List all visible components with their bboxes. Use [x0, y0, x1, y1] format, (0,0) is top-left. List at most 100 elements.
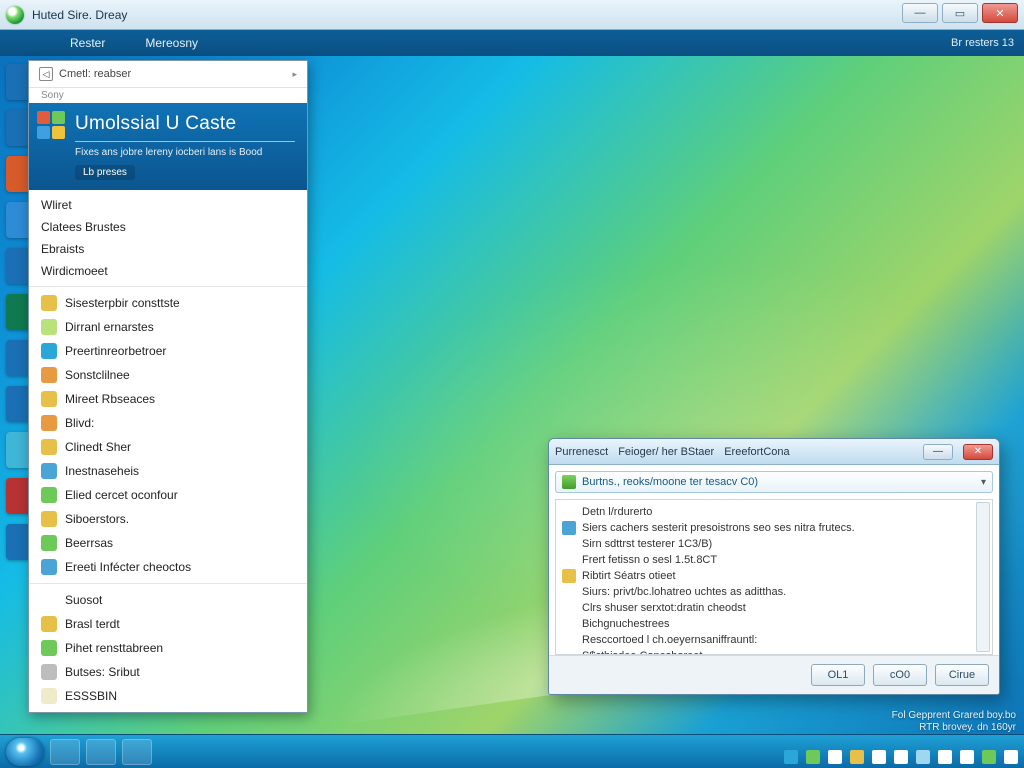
panel-item[interactable]: Clinedt Sher: [29, 435, 307, 459]
panel-item[interactable]: Sisesterpbir consttste: [29, 291, 307, 315]
taskbar-button[interactable]: [50, 739, 80, 765]
panel-item[interactable]: Brasl terdt: [29, 612, 307, 636]
panel-header: Umolssial U Caste Fixes ans jobre lereny…: [29, 103, 307, 190]
panel-item-label: Preertinreorbetroer: [65, 344, 166, 358]
close-button[interactable]: ✕: [982, 3, 1018, 23]
line-icon: [562, 617, 576, 631]
dialog-line[interactable]: Resccortoed l ch.oeyernsaniffrauntl:: [562, 632, 986, 648]
item-icon: [41, 319, 57, 335]
item-icon: [41, 511, 57, 527]
panel-item[interactable]: ESSSBIN: [29, 684, 307, 708]
breadcrumb-text: Cmetl: reabser: [59, 68, 131, 80]
dialog-close-button[interactable]: ✕: [963, 444, 993, 460]
tray-icon[interactable]: [916, 750, 930, 764]
taskbar-button[interactable]: [86, 739, 116, 765]
dialog-tab[interactable]: Purrenesct: [555, 446, 608, 458]
panel-item-label: Elied cercet oconfour: [65, 488, 178, 502]
panel-item[interactable]: Mireet Rbseaces: [29, 387, 307, 411]
panel-item[interactable]: Blivd:: [29, 411, 307, 435]
panel-item[interactable]: Pihet rensttabreen: [29, 636, 307, 660]
panel-item[interactable]: Wirdicmoeet: [29, 260, 307, 282]
line-icon: [562, 633, 576, 647]
item-icon: [41, 616, 57, 632]
panel-item[interactable]: Dirranl ernarstes: [29, 315, 307, 339]
dialog-line-text: Siers cachers sesterit presoistrons seo …: [582, 522, 855, 534]
item-icon: [41, 343, 57, 359]
dialog-line[interactable]: Bichgnuchestrees: [562, 616, 986, 632]
panel-item-label: Pihet rensttabreen: [65, 641, 163, 655]
dialog-tab[interactable]: EreefortCona: [724, 446, 789, 458]
panel-item-label: Inestnaseheis: [65, 464, 139, 478]
dialog-titlebar[interactable]: Purrenesct Feioger/ her BStaer EreefortC…: [549, 439, 999, 465]
panel-item-label: Siboerstors.: [65, 512, 129, 526]
panel-item[interactable]: Suosot: [29, 588, 307, 612]
panel-item-label: Brasl terdt: [65, 617, 120, 631]
dialog-line[interactable]: S$cthisdee Coneshoreet: [562, 648, 986, 655]
panel-blurb: Fixes ans jobre lereny iocberi lans is B…: [75, 146, 295, 159]
tray-icon[interactable]: [938, 750, 952, 764]
panel-pill[interactable]: Lb preses: [75, 165, 135, 180]
chevron-right-icon: ▸: [292, 69, 297, 80]
panel-item[interactable]: Wliret: [29, 194, 307, 216]
tray-icon[interactable]: [806, 750, 820, 764]
panel-item[interactable]: Elied cercet oconfour: [29, 483, 307, 507]
dialog-line[interactable]: Frert fetissn o sesl 1.5t.8CT: [562, 552, 986, 568]
back-icon[interactable]: ◁: [39, 67, 53, 81]
tray-icon[interactable]: [828, 750, 842, 764]
dialog-line-text: Frert fetissn o sesl 1.5t.8CT: [582, 554, 717, 566]
dialog-line[interactable]: Clrs shuser serxtot:dratin cheodst: [562, 600, 986, 616]
panel-item[interactable]: Butses: Sribut: [29, 660, 307, 684]
panel-item-label: Wirdicmoeet: [41, 264, 108, 278]
minimize-button[interactable]: —: [902, 3, 938, 23]
dialog-minimize-button[interactable]: —: [923, 444, 953, 460]
tray-icon[interactable]: [894, 750, 908, 764]
panel-item[interactable]: Siboerstors.: [29, 507, 307, 531]
panel-item-label: Butses: Sribut: [65, 665, 140, 679]
app-orb-icon: [6, 6, 24, 24]
panel-item-label: Mireet Rbseaces: [65, 392, 155, 406]
dialog-body: Detn l/rdurerto Siers cachers sesterit pr…: [555, 499, 993, 655]
panel-item[interactable]: Beerrsas: [29, 531, 307, 555]
menu-item[interactable]: Rester: [70, 36, 105, 50]
dialog-line[interactable]: Ribtirt Séatrs otieet: [562, 568, 986, 584]
tray-icon[interactable]: [850, 750, 864, 764]
line-icon: [562, 585, 576, 599]
scrollbar[interactable]: [976, 502, 990, 652]
tray-icon[interactable]: [982, 750, 996, 764]
maximize-button[interactable]: ▭: [942, 3, 978, 23]
panel-item[interactable]: Ereeti Infécter cheoctos: [29, 555, 307, 579]
panel-item[interactable]: Sonstclilnee: [29, 363, 307, 387]
panel-item[interactable]: Inestnaseheis: [29, 459, 307, 483]
dialog-button-cancel[interactable]: cO0: [873, 664, 927, 686]
dialog-line-text: S$cthisdee Coneshoreet: [582, 650, 702, 655]
line-icon: [562, 537, 576, 551]
dialog-button-ok[interactable]: OL1: [811, 664, 865, 686]
dialog-line[interactable]: Siers cachers sesterit presoistrons seo …: [562, 520, 986, 536]
dialog-button-apply[interactable]: Cirue: [935, 664, 989, 686]
panel-item-label: ESSSBIN: [65, 689, 117, 703]
item-icon: [41, 688, 57, 704]
dialog-tab[interactable]: Feioger/ her BStaer: [618, 446, 714, 458]
dialog-pathbar[interactable]: Burtns., reoks/moone ter tesacv C0) ▾: [555, 471, 993, 493]
item-icon: [41, 640, 57, 656]
tray-icon[interactable]: [1004, 750, 1018, 764]
start-button[interactable]: [6, 738, 44, 766]
chevron-down-icon[interactable]: ▾: [981, 477, 986, 488]
menu-item[interactable]: Mereosny: [145, 36, 198, 50]
taskbar-button[interactable]: [122, 739, 152, 765]
dialog-line[interactable]: Detn l/rdurerto: [562, 504, 986, 520]
start-panel: ◁ Cmetl: reabser ▸ Sony Umolssial U Cast…: [28, 60, 308, 713]
dialog-line[interactable]: Sirn sdttrst testerer 1C3/B): [562, 536, 986, 552]
item-icon: [41, 295, 57, 311]
dialog-button-row: OL1 cO0 Cirue: [549, 655, 999, 694]
windows-flag-icon: [37, 111, 65, 139]
dialog-line-text: Sirn sdttrst testerer 1C3/B): [582, 538, 712, 550]
tray-icon[interactable]: [784, 750, 798, 764]
tray-icon[interactable]: [960, 750, 974, 764]
tray-icon[interactable]: [872, 750, 886, 764]
panel-item[interactable]: Clatees Brustes: [29, 216, 307, 238]
panel-item[interactable]: Ebraists: [29, 238, 307, 260]
panel-item[interactable]: Preertinreorbetroer: [29, 339, 307, 363]
dialog-window: Purrenesct Feioger/ her BStaer EreefortC…: [548, 438, 1000, 695]
dialog-line[interactable]: Siurs: privt/bc.lohatreo uchtes as aditt…: [562, 584, 986, 600]
